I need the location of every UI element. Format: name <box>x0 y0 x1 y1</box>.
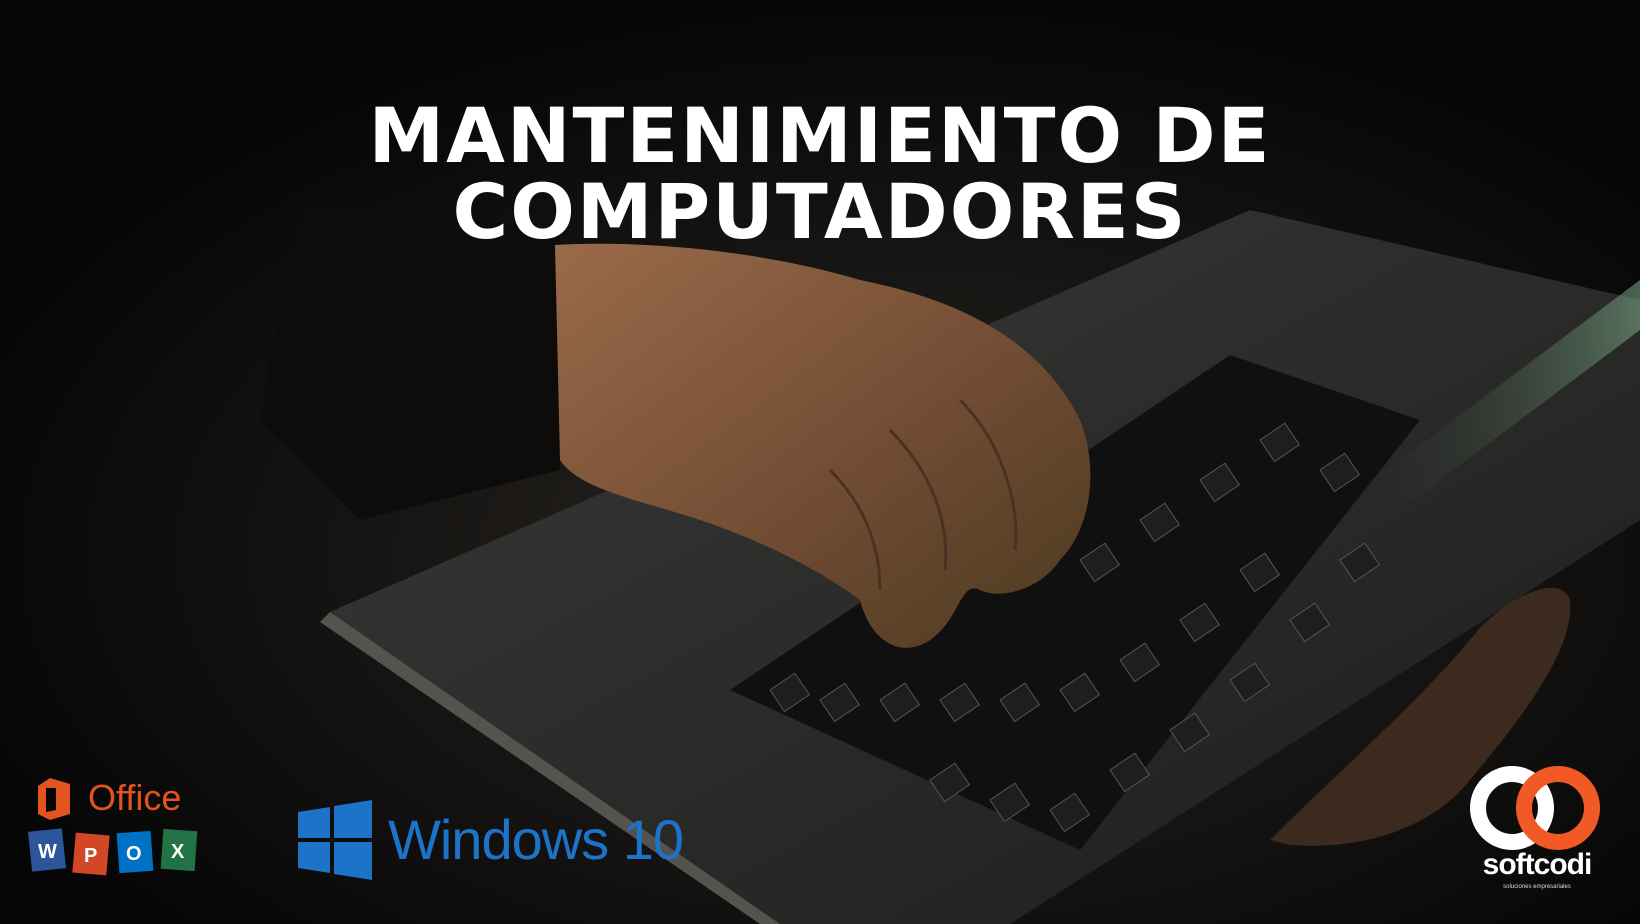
windows-logo: Windows 10 <box>296 800 696 880</box>
windows-wordmark: Windows 10 <box>388 808 684 871</box>
windows-icon <box>298 800 372 880</box>
office-logo: W P O X Office <box>26 776 220 886</box>
office-wordmark: Office <box>88 777 182 818</box>
softcodi-logo: softcodi soluciones empresariales <box>1462 760 1612 900</box>
headline: MANTENIMIENTO DE COMPUTADORES <box>368 91 1272 256</box>
softcodi-tagline: soluciones empresariales <box>1503 884 1571 890</box>
svg-text:O: O <box>126 843 142 865</box>
svg-text:P: P <box>84 845 97 867</box>
softcodi-icon <box>1470 766 1600 850</box>
svg-text:X: X <box>171 841 185 863</box>
svg-text:W: W <box>38 841 57 863</box>
softcodi-wordmark: softcodi <box>1482 848 1593 881</box>
